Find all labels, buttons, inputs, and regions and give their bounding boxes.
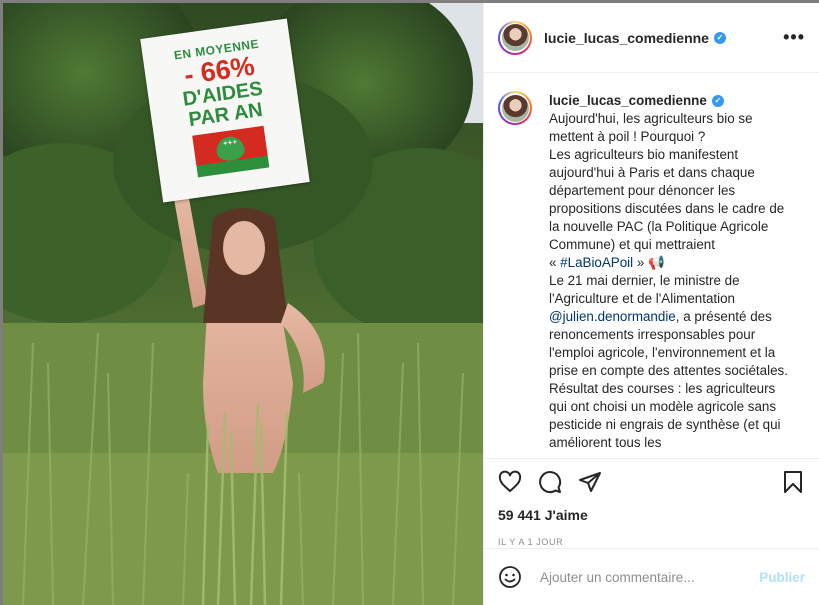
bio-flag-logo	[192, 125, 270, 178]
post-panel: lucie_lucas_comedienne ✓ ••• lucie_lucas…	[483, 3, 819, 605]
comments-section[interactable]: lucie_lucas_comedienne ✓ Aujourd'hui, le…	[484, 74, 819, 458]
hashtag-link[interactable]: #LaBioAPoil	[560, 255, 633, 270]
caption-quote-close: » 📢	[633, 255, 665, 270]
caption-text: Aujourd'hui, les agriculteurs bio se met…	[549, 110, 789, 452]
post-header: lucie_lucas_comedienne ✓ •••	[484, 3, 819, 73]
header-username-link[interactable]: lucie_lucas_comedienne ✓	[544, 30, 726, 46]
comment-icon[interactable]	[538, 470, 562, 494]
caption: lucie_lucas_comedienne ✓ Aujourd'hui, le…	[498, 91, 805, 452]
verified-badge-icon: ✓	[713, 31, 726, 44]
actions-section: 59 441 J'aime IL Y A 1 JOUR	[484, 458, 819, 547]
header-username[interactable]: lucie_lucas_comedienne	[544, 30, 709, 46]
post-timestamp[interactable]: IL Y A 1 JOUR	[498, 537, 805, 547]
caption-paragraph-1: Aujourd'hui, les agriculteurs bio se met…	[549, 111, 753, 144]
more-options-icon[interactable]: •••	[783, 27, 805, 48]
bookmark-icon[interactable]	[781, 470, 805, 494]
add-comment-form: Publier	[484, 548, 819, 605]
protest-sign: EN MOYENNE - 66% D'AIDES PAR AN	[140, 18, 310, 203]
caption-avatar[interactable]	[498, 91, 532, 125]
caption-body: lucie_lucas_comedienne ✓ Aujourd'hui, le…	[549, 92, 789, 452]
heart-icon[interactable]	[498, 470, 522, 494]
post-photo[interactable]: EN MOYENNE - 66% D'AIDES PAR AN	[3, 3, 483, 605]
eu-organic-leaf-icon	[214, 134, 246, 163]
caption-username-link[interactable]: lucie_lucas_comedienne ✓	[549, 92, 789, 110]
post-modal: EN MOYENNE - 66% D'AIDES PAR AN lucie_lu…	[3, 3, 819, 605]
publish-button[interactable]: Publier	[759, 570, 805, 585]
comment-input[interactable]	[538, 568, 760, 586]
avatar-image	[501, 94, 529, 122]
avatar[interactable]	[498, 20, 532, 55]
emoji-icon[interactable]	[498, 565, 522, 589]
caption-paragraph-3: « #LaBioAPoil » 📢	[549, 254, 789, 272]
caption-username[interactable]: lucie_lucas_comedienne	[549, 92, 707, 110]
verified-badge-icon: ✓	[711, 95, 724, 107]
likes-count[interactable]: 59 441 J'aime	[498, 507, 805, 523]
avatar-image	[501, 24, 529, 51]
caption-paragraph-2: Les agriculteurs bio manifestent aujourd…	[549, 147, 785, 252]
mention-link[interactable]: @julien.denormandie	[549, 309, 676, 324]
action-bar	[498, 461, 805, 503]
share-icon[interactable]	[578, 470, 602, 494]
caption-quote-open: «	[549, 255, 561, 270]
caption-paragraph-4: Le 21 mai dernier, le ministre de l'Agri…	[549, 272, 789, 452]
caption-paragraph-4-rest: , a présenté des renoncements irresponsa…	[549, 309, 788, 450]
caption-paragraph-4-text: Le 21 mai dernier, le ministre de l'Agri…	[549, 273, 740, 306]
